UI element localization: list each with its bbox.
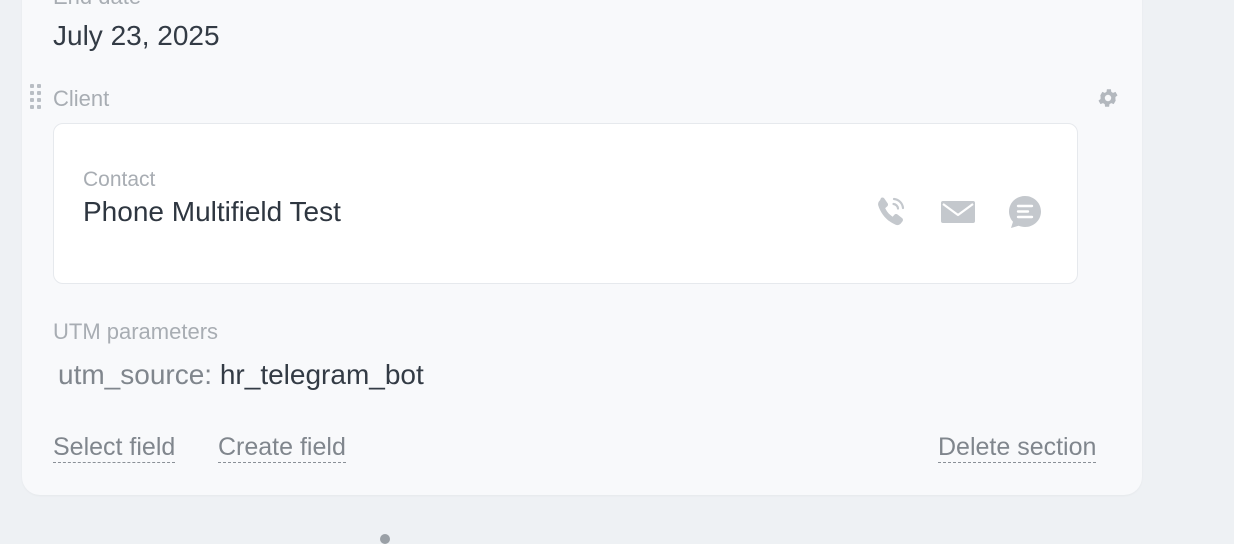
resize-handle-icon[interactable] xyxy=(380,534,390,544)
contact-name[interactable]: Phone Multifield Test xyxy=(83,196,341,228)
client-section-label: Client xyxy=(53,86,110,111)
end-date-value[interactable]: July 23, 2025 xyxy=(53,20,220,52)
end-date-label: End date xyxy=(53,0,141,10)
select-field-link[interactable]: Select field xyxy=(53,432,176,463)
contact-card[interactable]: Contact Phone Multifield Test xyxy=(53,123,1078,284)
mail-icon[interactable] xyxy=(938,192,978,232)
phone-icon[interactable] xyxy=(872,192,912,232)
utm-parameters-label: UTM parameters xyxy=(53,319,219,344)
contact-type-label: Contact xyxy=(83,168,156,191)
utm-source-row: utm_source: hr_telegram_bot xyxy=(58,359,424,391)
utm-source-key: utm_source: xyxy=(58,359,213,390)
delete-section-link[interactable]: Delete section xyxy=(938,432,1097,463)
gear-icon[interactable] xyxy=(1096,86,1120,110)
drag-handle-icon[interactable] xyxy=(30,84,42,112)
chat-icon[interactable] xyxy=(1005,192,1045,232)
utm-source-value[interactable]: hr_telegram_bot xyxy=(220,359,424,390)
create-field-link[interactable]: Create field xyxy=(218,432,346,463)
